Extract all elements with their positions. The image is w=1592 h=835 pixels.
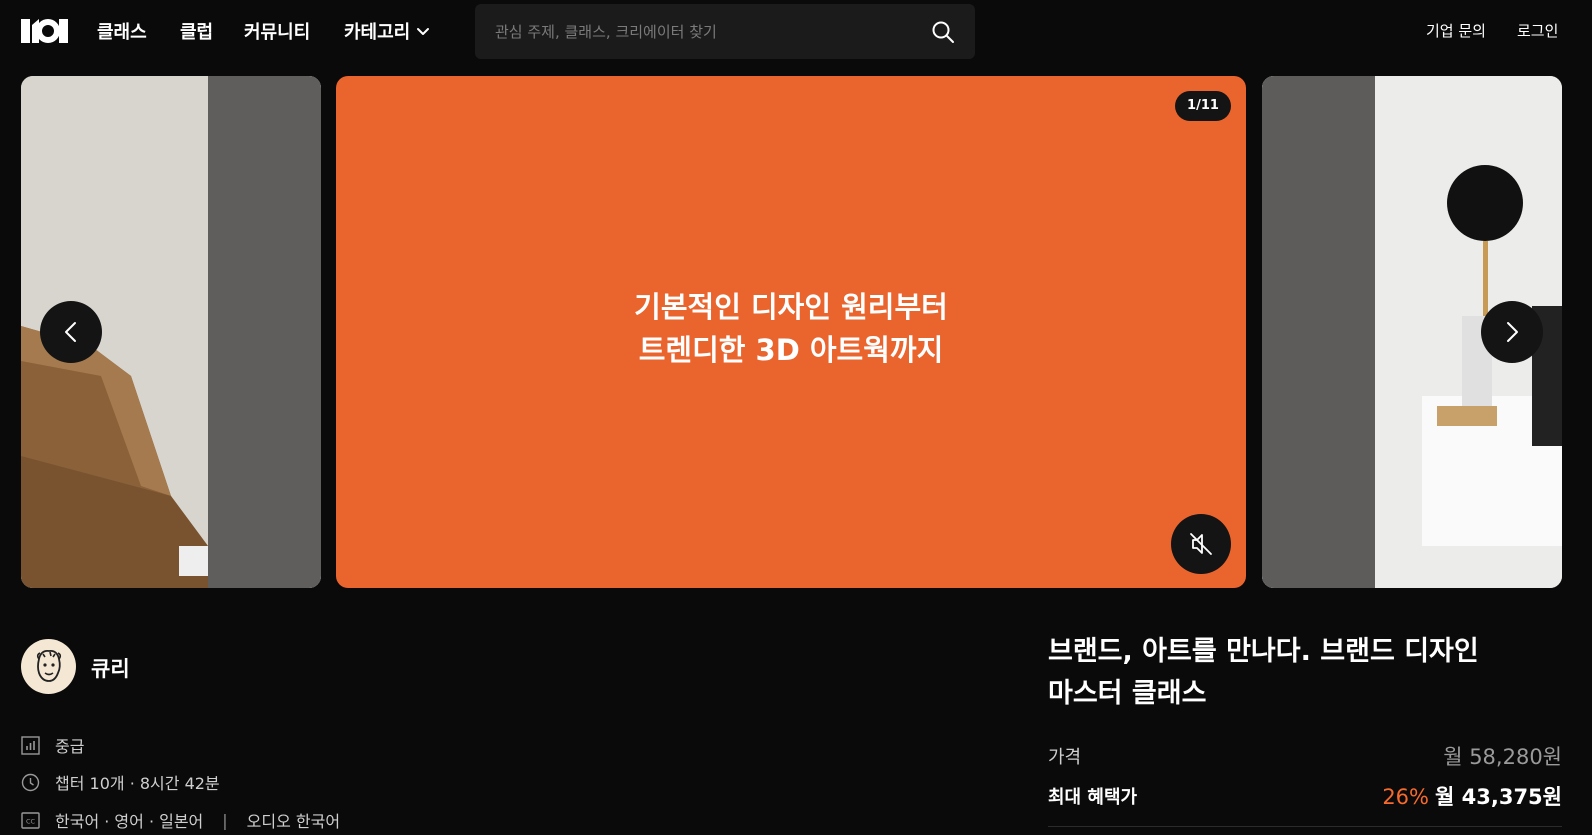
speaker-muted-icon <box>1190 533 1212 555</box>
discount-rate: 26% <box>1382 785 1429 809</box>
search-icon[interactable] <box>931 20 955 44</box>
search-input[interactable] <box>495 4 915 59</box>
subtitle-languages: 한국어 · 영어 · 일본어 <box>55 812 204 831</box>
slide-counter: 1/11 <box>1175 91 1231 121</box>
carousel-prev-button[interactable] <box>40 301 102 363</box>
benefit-price-row: 최대 혜택가 26% 월 43,375원 <box>1048 781 1562 811</box>
creator-face-icon <box>36 650 62 682</box>
nav-category-dropdown[interactable]: 카테고리 <box>344 18 430 44</box>
closed-caption-icon: CC <box>21 811 40 829</box>
course-title: 브랜드, 아트를 만나다. 브랜드 디자인 마스터 클래스 <box>1048 636 1479 709</box>
top-header: 클래스 클럽 커뮤니티 카테고리 기업 문의 로그인 <box>0 0 1592 62</box>
price-label: 가격 <box>1048 747 1082 768</box>
bar-chart-icon <box>21 735 40 755</box>
language-row: CC 한국어 · 영어 · 일본어 | 오디오 한국어 <box>21 808 340 832</box>
benefit-price: 26% 월 43,375원 <box>1382 781 1562 811</box>
level-row: 중급 <box>21 733 84 757</box>
creator-name[interactable]: 큐리 <box>91 653 130 683</box>
creator-avatar[interactable] <box>21 639 76 694</box>
audio-language: 오디오 한국어 <box>246 812 341 831</box>
carousel-next-button[interactable] <box>1481 301 1543 363</box>
nav-classes[interactable]: 클래스 <box>97 18 147 44</box>
nav-category-label: 카테고리 <box>344 22 411 43</box>
logo-icon[interactable] <box>21 19 68 43</box>
chevron-left-icon <box>65 322 76 342</box>
login-link[interactable]: 로그인 <box>1517 20 1558 41</box>
clock-icon <box>21 773 40 791</box>
duration-row: 챕터 10개 · 8시간 42분 <box>21 770 220 794</box>
enterprise-inquiry-link[interactable]: 기업 문의 <box>1426 20 1486 41</box>
nav-community[interactable]: 커뮤니티 <box>244 18 310 44</box>
section-divider <box>1048 826 1562 827</box>
level-text: 중급 <box>55 737 85 756</box>
info-divider: | <box>222 810 228 830</box>
chevron-right-icon <box>1507 322 1518 342</box>
slide-headline: 기본적인 디자인 원리부터 트렌디한 3D 아트웍까지 <box>634 290 948 367</box>
mute-toggle-button[interactable] <box>1171 514 1231 574</box>
price-value: 월 58,280원 <box>1443 745 1562 769</box>
search-bar <box>475 4 975 59</box>
carousel-slide-current[interactable]: 기본적인 디자인 원리부터 트렌디한 3D 아트웍까지 1/11 <box>336 76 1246 588</box>
duration-text: 챕터 10개 · 8시간 42분 <box>55 774 220 793</box>
nav-club[interactable]: 클럽 <box>180 18 213 44</box>
benefit-price-value: 월 43,375원 <box>1435 785 1562 809</box>
price-row: 가격 월 58,280원 <box>1048 741 1562 771</box>
benefit-label: 최대 혜택가 <box>1048 787 1138 808</box>
svg-text:CC: CC <box>26 817 36 825</box>
chevron-down-icon <box>417 28 430 35</box>
